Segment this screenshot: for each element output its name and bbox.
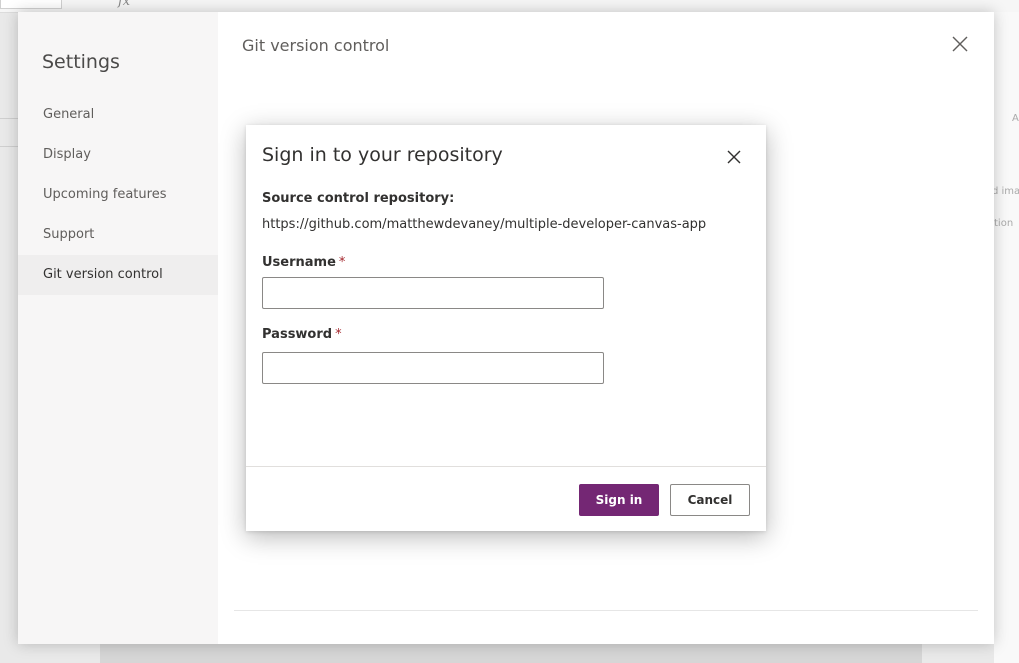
settings-divider — [234, 610, 978, 611]
background-text: tion — [994, 218, 1014, 229]
background-divider — [0, 146, 18, 147]
required-marker: * — [335, 327, 342, 342]
close-settings-button[interactable] — [950, 34, 970, 54]
nav-item-support[interactable]: Support — [18, 215, 218, 255]
settings-title: Settings — [42, 51, 120, 73]
cancel-button[interactable]: Cancel — [670, 484, 750, 516]
dialog-footer-divider — [246, 466, 766, 467]
background-right-panel: A d ima tion — [992, 12, 1019, 663]
close-icon — [952, 36, 968, 52]
dialog-title: Sign in to your repository — [262, 144, 503, 166]
nav-item-display[interactable]: Display — [18, 135, 218, 175]
nav-item-general[interactable]: General — [18, 95, 218, 135]
password-label: Password * — [262, 327, 342, 342]
formula-fx-icon: fx — [118, 0, 131, 9]
background-divider — [0, 118, 18, 119]
username-label: Username * — [262, 255, 345, 270]
background-bottom-bar — [100, 644, 922, 663]
nav-item-upcoming-features[interactable]: Upcoming features — [18, 175, 218, 215]
username-label-text: Username — [262, 255, 336, 270]
password-input[interactable] — [262, 352, 604, 384]
background-text: d ima — [992, 186, 1019, 197]
background-text: A — [1012, 113, 1019, 124]
password-label-text: Password — [262, 327, 333, 342]
required-marker: * — [338, 255, 346, 270]
page-title: Git version control — [242, 36, 390, 55]
close-dialog-button[interactable] — [726, 149, 742, 165]
close-icon — [727, 150, 741, 164]
background-name-box — [0, 0, 62, 9]
username-input[interactable] — [262, 277, 604, 309]
settings-nav: Settings General Display Upcoming featur… — [18, 12, 218, 644]
sign-in-dialog: Sign in to your repository Source contro… — [246, 125, 766, 531]
sign-in-button[interactable]: Sign in — [579, 484, 659, 516]
repo-label: Source control repository: — [262, 191, 455, 206]
repo-url: https://github.com/matthewdevaney/multip… — [262, 217, 707, 232]
nav-item-git-version-control[interactable]: Git version control — [18, 255, 218, 295]
